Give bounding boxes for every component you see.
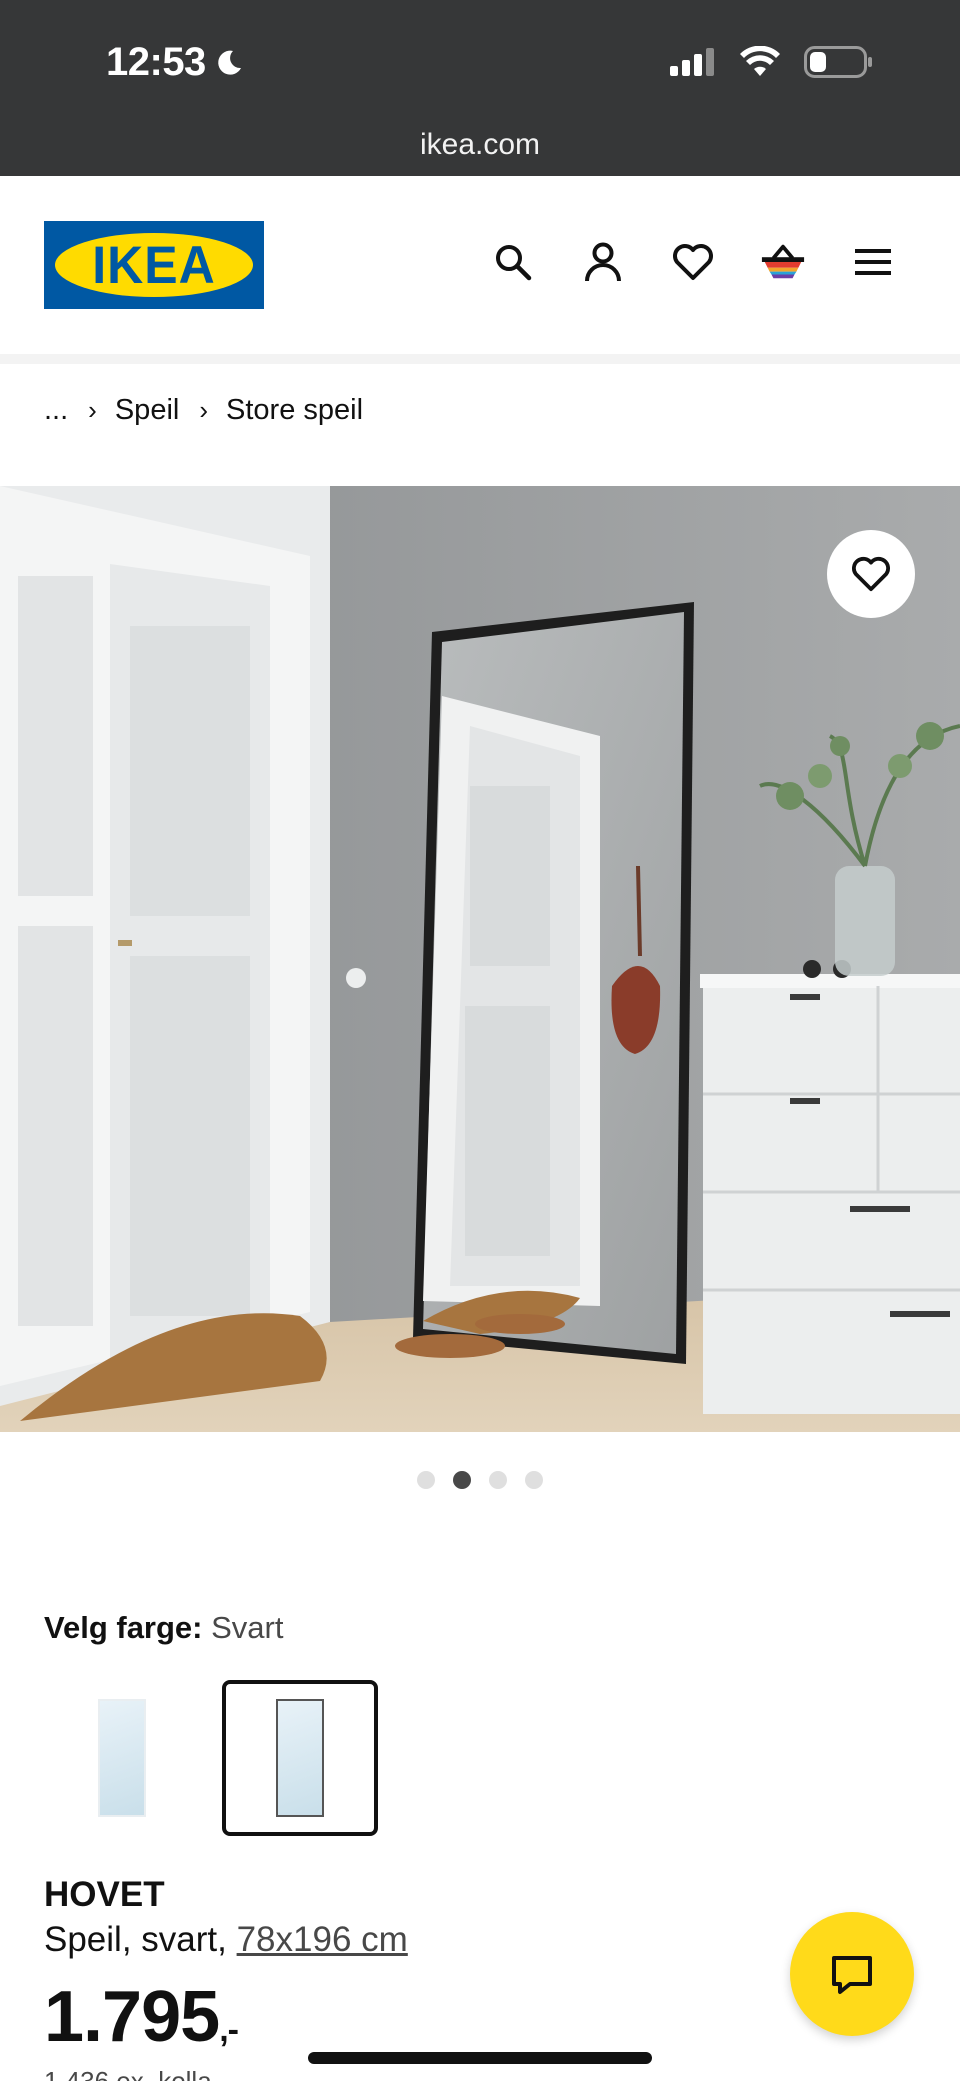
carousel-dot[interactable] xyxy=(489,1471,507,1489)
address-bar[interactable]: ikea.com xyxy=(0,128,960,162)
mirror-thumbnail xyxy=(98,1699,146,1817)
battery-icon xyxy=(804,46,872,78)
heart-icon xyxy=(852,556,890,592)
basket-icon[interactable] xyxy=(760,239,806,285)
browser-chrome: 12:53 ikea.com xyxy=(0,0,960,176)
moon-icon xyxy=(218,50,241,75)
product-dimensions-link[interactable]: 78x196 cm xyxy=(237,1920,408,1959)
breadcrumb-item-store-speil[interactable]: Store speil xyxy=(226,394,363,427)
carousel-dots xyxy=(0,1471,960,1489)
product-image[interactable] xyxy=(0,486,960,1432)
time-text: 12:53 xyxy=(106,40,206,84)
header-nav xyxy=(490,239,896,285)
chevron-right-icon: › xyxy=(199,395,209,425)
mirror-thumbnail xyxy=(276,1699,324,1817)
color-label: Velg farge: xyxy=(44,1610,203,1645)
price-value: 1.795 xyxy=(44,1977,220,2057)
carousel-dot-active[interactable] xyxy=(453,1471,471,1489)
breadcrumb-item-speil[interactable]: Speil xyxy=(115,394,180,427)
home-indicator[interactable] xyxy=(308,2052,652,2064)
chat-button[interactable] xyxy=(790,1912,914,2036)
swatch-white[interactable] xyxy=(44,1680,200,1836)
carousel-dot[interactable] xyxy=(417,1471,435,1489)
color-selector-label: Velg farge: Svart xyxy=(44,1610,283,1646)
chevron-right-icon: › xyxy=(88,395,97,425)
color-value: Svart xyxy=(211,1610,284,1645)
breadcrumb: ... › Speil › Store speil xyxy=(44,394,363,427)
status-time: 12:53 xyxy=(106,40,244,85)
logo-text: IKEA xyxy=(92,235,216,295)
breadcrumb-ellipsis[interactable]: ... xyxy=(44,394,68,427)
product-type: Speil, svart, xyxy=(44,1920,227,1959)
ikea-logo[interactable]: IKEA xyxy=(44,221,264,309)
color-swatches xyxy=(44,1680,378,1836)
header-divider xyxy=(0,354,960,364)
price-suffix: ,- xyxy=(219,2011,239,2049)
add-to-wishlist-button[interactable] xyxy=(827,530,915,618)
carousel-dot[interactable] xyxy=(525,1471,543,1489)
product-description: Speil, svart, 78x196 cm xyxy=(44,1920,408,1960)
logo-oval: IKEA xyxy=(55,233,253,297)
cellular-signal-icon xyxy=(670,48,714,76)
swatch-black[interactable] xyxy=(222,1680,378,1836)
mirror-room-photo xyxy=(0,486,960,1432)
product-name: HOVET xyxy=(44,1875,165,1914)
account-icon[interactable] xyxy=(580,239,626,285)
search-icon[interactable] xyxy=(490,239,536,285)
status-icons xyxy=(670,46,874,78)
wifi-icon xyxy=(740,46,780,76)
product-price: 1.795,- xyxy=(44,1976,239,2058)
chat-icon xyxy=(832,1956,872,1994)
price-subtext: 1.436 ex. kolla xyxy=(44,2066,212,2081)
menu-icon[interactable] xyxy=(850,239,896,285)
site-header: IKEA xyxy=(0,176,960,354)
heart-icon[interactable] xyxy=(670,239,716,285)
